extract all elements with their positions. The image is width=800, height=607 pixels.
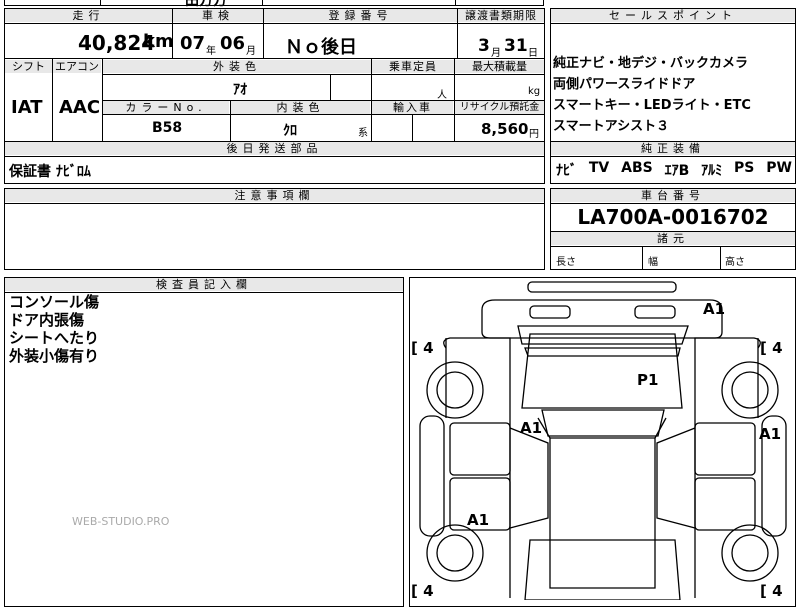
sales-points-list: 純正ナビ・地デジ・バックカメラ 両側パワースライドドア スマートキー・LEDライ… (553, 53, 751, 137)
equipment-item: ｱﾙﾐ (701, 163, 723, 179)
color-no-value: B58 (152, 120, 183, 136)
tire-front-left: [ 4 (411, 339, 434, 357)
shift-value: IAT (11, 97, 43, 118)
height-label: 高さ (725, 257, 745, 268)
header-exterior-color: 外装色 (103, 60, 371, 73)
equipment-item: ﾅﾋﾞ (556, 163, 577, 179)
inspection-year: 07 (180, 33, 206, 54)
tire-tread-value: 4 (772, 339, 783, 357)
header-dimensions: 諸元 (551, 232, 795, 245)
load-unit: kg (528, 86, 541, 97)
tire-rear-right: [ 4 (760, 582, 783, 600)
inspection-year-unit: 年 (206, 46, 216, 57)
header-interior-color: 内装色 (231, 101, 370, 114)
later-parts-value: 保証書 ﾅﾋﾞﾛﾑ (9, 164, 91, 180)
inspector-note: 外装小傷有り (9, 347, 100, 365)
watermark: WEB-STUDIO.PRO (72, 515, 170, 528)
tire-front-right: [ 4 (760, 339, 783, 357)
interior-color-value: ｸﾛ (283, 123, 297, 139)
transfer-day: 31 (504, 36, 528, 56)
sales-point: 両側パワースライドドア (553, 77, 696, 92)
header-import: 輸入車 (372, 101, 453, 114)
inspector-notes-list: コンソール傷 ドア内張傷 シートへたり 外装小傷有り (9, 293, 99, 365)
tire-tread-value: 4 (772, 582, 783, 600)
equipment-item: PW (766, 160, 792, 176)
aircon-value: AAC (59, 97, 101, 118)
header-notes: 注意事項欄 (5, 189, 544, 202)
transfer-month: 3 (478, 36, 490, 56)
inspector-note: シートへたり (9, 329, 100, 347)
equipment-item: PS (734, 160, 755, 176)
tire-tread-value: 4 (423, 339, 434, 357)
header-registration: 登録番号 (264, 9, 457, 22)
capacity-unit: 人 (437, 90, 447, 101)
header-color-no: カラーNo. (103, 101, 229, 114)
header-later-parts: 後日発送部品 (5, 142, 544, 155)
damage-mark: A1 (520, 419, 543, 437)
damage-mark: A1 (759, 425, 782, 443)
recycle-unit: 円 (529, 129, 539, 140)
header-transfer-deadline: 譲渡書類期限 (458, 9, 544, 22)
length-label: 長さ (556, 257, 576, 268)
transfer-day-unit: 日 (528, 48, 538, 59)
inspection-month-unit: 月 (246, 46, 256, 57)
recycle-value: 8,560 (481, 120, 529, 138)
sales-point: スマートキー・LEDライト・ETC (553, 98, 751, 113)
tire-tread-value: 4 (423, 582, 434, 600)
inspection-month: 06 (220, 33, 246, 54)
header-aircon: エアコン (53, 60, 101, 73)
damage-mark: P1 (637, 371, 659, 389)
transfer-month-unit: 月 (491, 48, 501, 59)
car-outline (419, 281, 787, 600)
header-inspection: 車検 (173, 9, 263, 22)
equipment-item: ABS (621, 160, 653, 176)
width-label: 幅 (648, 257, 658, 268)
chassis-value: LA700A-0016702 (577, 205, 769, 229)
equipment-item: TV (588, 160, 610, 176)
sales-point: スマートアシスト３ (553, 119, 670, 134)
equipment-item: ｴｱB (664, 163, 690, 179)
interior-suffix: 系 (358, 128, 368, 139)
registration-value: Ｎｏ後日 (285, 37, 357, 58)
header-sales-points: セールスポイント (551, 9, 795, 22)
header-equipment: 純正装備 (551, 142, 795, 155)
exterior-color-value: ｱｵ (233, 82, 247, 98)
sales-point: 純正ナビ・地デジ・バックカメラ (553, 56, 749, 71)
equipment-list: ﾅﾋﾞ TV ABS ｴｱB ｱﾙﾐ PS PW (556, 160, 792, 180)
tire-rear-left: [ 4 (411, 582, 434, 600)
header-shift: シフト (5, 60, 52, 73)
damage-mark: A1 (703, 300, 726, 318)
header-inspector: 検査員記入欄 (5, 278, 403, 291)
header-recycle: リサイクル預託金 (455, 101, 544, 114)
header-mileage: 走行 (5, 9, 172, 22)
inspector-note: コンソール傷 (9, 293, 100, 311)
damage-mark: A1 (467, 511, 490, 529)
header-capacity: 乗車定員 (372, 60, 454, 73)
mileage-unit: km (143, 31, 174, 52)
header-chassis: 車台番号 (551, 189, 795, 202)
header-max-load: 最大積載量 (455, 60, 544, 73)
inspector-note: ドア内張傷 (9, 311, 85, 329)
top-strip (4, 0, 544, 6)
